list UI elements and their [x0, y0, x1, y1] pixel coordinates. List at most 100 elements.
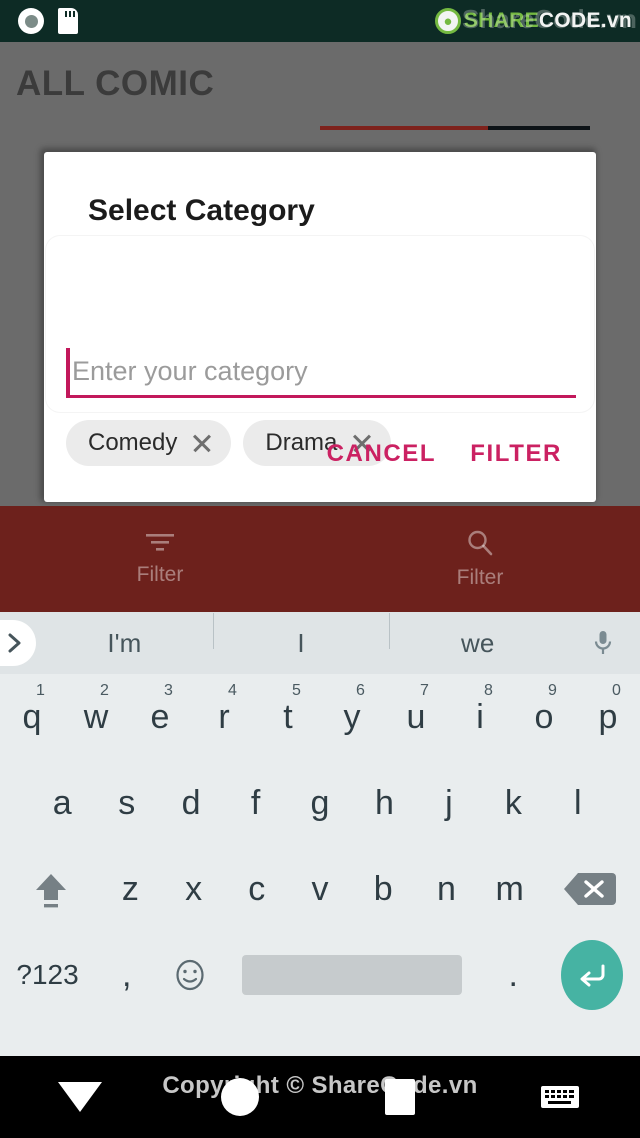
key-r-label: r: [218, 697, 230, 736]
chip-comedy-label: Comedy: [88, 429, 178, 456]
key-r[interactable]: 4r: [192, 674, 256, 760]
header-divider-right: [488, 126, 590, 130]
keyboard-row-2: a s d f g h j k l: [0, 760, 640, 846]
category-input-wrapper: [66, 348, 576, 406]
tab-filter-search-label: Filter: [456, 566, 504, 589]
key-u[interactable]: 7u: [384, 674, 448, 760]
text-caret: [66, 348, 70, 395]
key-o-label: o: [534, 697, 554, 736]
key-g[interactable]: g: [288, 760, 352, 846]
key-comma[interactable]: ,: [95, 932, 158, 1018]
key-d[interactable]: d: [159, 760, 223, 846]
key-j[interactable]: j: [417, 760, 481, 846]
key-i-label: i: [476, 697, 484, 736]
filter-list-icon: [143, 531, 177, 555]
key-v[interactable]: v: [288, 846, 351, 932]
emoji-icon[interactable]: [158, 932, 221, 1018]
key-o[interactable]: 9o: [512, 674, 576, 760]
header-divider-left: [320, 126, 488, 130]
input-underline: [66, 395, 576, 398]
key-n[interactable]: n: [415, 846, 478, 932]
sharecode-logo-badge: ●: [434, 8, 461, 34]
sharecode-watermark-logo: ShareCode.vn ● SHARECODE.vn: [434, 4, 637, 38]
chip-comedy[interactable]: Comedy: [66, 420, 232, 466]
key-i[interactable]: 8i: [448, 674, 512, 760]
close-icon[interactable]: [191, 432, 213, 454]
bottom-tab-bar: Filter Filter: [0, 506, 640, 612]
tab-filter-sort[interactable]: Filter: [0, 506, 320, 612]
key-y[interactable]: 6y: [320, 674, 384, 760]
key-t[interactable]: 5t: [256, 674, 320, 760]
filter-button[interactable]: FILTER: [468, 436, 564, 472]
key-t-number: 5: [292, 682, 301, 699]
category-input[interactable]: [72, 348, 572, 395]
back-triangle-icon[interactable]: [35, 1056, 125, 1138]
header-divider: [320, 126, 590, 130]
key-q[interactable]: 1q: [0, 674, 64, 760]
microphone-icon[interactable]: [566, 628, 640, 658]
key-x[interactable]: x: [162, 846, 225, 932]
shift-icon[interactable]: [4, 846, 99, 932]
navigation-bar: Copyright © ShareCode.vn: [0, 1056, 640, 1138]
search-icon: [465, 528, 495, 558]
suggestion-2[interactable]: we: [389, 612, 566, 659]
page-title: ALL COMIC: [16, 64, 215, 103]
keyboard-icon[interactable]: [515, 1056, 605, 1138]
key-a[interactable]: a: [30, 760, 94, 846]
key-w-number: 2: [100, 682, 109, 699]
key-l[interactable]: l: [546, 760, 610, 846]
key-enter[interactable]: [545, 932, 640, 1018]
select-category-dialog: Select Category Comedy Drama CANCEL F: [44, 152, 596, 502]
watermark-share-text: SHARE: [463, 9, 539, 32]
backspace-icon[interactable]: [541, 846, 636, 932]
home-circle-icon[interactable]: [195, 1056, 285, 1138]
app-header: ALL COMIC: [0, 42, 640, 134]
status-bar: ShareCode.vn ● SHARECODE.vn: [0, 0, 640, 42]
key-c[interactable]: c: [225, 846, 288, 932]
key-space[interactable]: [222, 932, 482, 1018]
key-b[interactable]: b: [352, 846, 415, 932]
key-i-number: 8: [484, 682, 493, 699]
key-z[interactable]: z: [99, 846, 162, 932]
key-o-number: 9: [548, 682, 557, 699]
key-r-number: 4: [228, 682, 237, 699]
key-w[interactable]: 2w: [64, 674, 128, 760]
keyboard-row-4: ?123 , .: [0, 932, 640, 1018]
chevron-right-icon[interactable]: [0, 620, 36, 666]
enter-icon: [561, 940, 624, 1010]
spacebar-surface: [241, 955, 462, 995]
key-h[interactable]: h: [352, 760, 416, 846]
suggestion-1[interactable]: I: [212, 612, 390, 659]
key-y-label: y: [343, 697, 361, 736]
key-m[interactable]: m: [478, 846, 541, 932]
key-u-label: u: [406, 697, 426, 736]
key-t-label: t: [283, 697, 293, 736]
soft-keyboard: I'm I we 1q 2w 3e 4r 5t 6y 7u 8i 9o 0 p …: [0, 612, 640, 1056]
watermark-code-text: CODE.vn: [538, 9, 632, 32]
category-card: Comedy Drama: [46, 236, 594, 466]
key-e-label: e: [150, 697, 170, 736]
key-u-number: 7: [420, 682, 429, 699]
recents-square-icon[interactable]: [355, 1056, 445, 1138]
key-symbols[interactable]: ?123: [0, 932, 95, 1018]
key-period[interactable]: .: [482, 932, 545, 1018]
key-y-number: 6: [356, 682, 365, 699]
status-icons: [18, 8, 78, 34]
key-s[interactable]: s: [94, 760, 158, 846]
key-q-label: q: [22, 697, 42, 736]
key-q-number: 1: [36, 682, 45, 699]
keyboard-row-1: 1q 2w 3e 4r 5t 6y 7u 8i 9o 0p: [0, 674, 640, 760]
keyboard-row-3: z x c v b n m: [0, 846, 640, 932]
key-f[interactable]: f: [223, 760, 287, 846]
key-k[interactable]: k: [481, 760, 545, 846]
key-w-label: w: [83, 697, 109, 736]
key-e[interactable]: 3e: [128, 674, 192, 760]
cancel-button[interactable]: CANCEL: [325, 436, 439, 472]
suggestion-list: I'm I we: [36, 612, 566, 659]
key-p-label: p: [598, 697, 618, 736]
tab-filter-sort-label: Filter: [136, 563, 184, 586]
suggestion-0[interactable]: I'm: [36, 628, 213, 659]
dialog-actions: CANCEL FILTER: [325, 436, 564, 472]
key-p[interactable]: 0p: [576, 674, 640, 760]
tab-filter-search[interactable]: Filter: [320, 506, 640, 612]
